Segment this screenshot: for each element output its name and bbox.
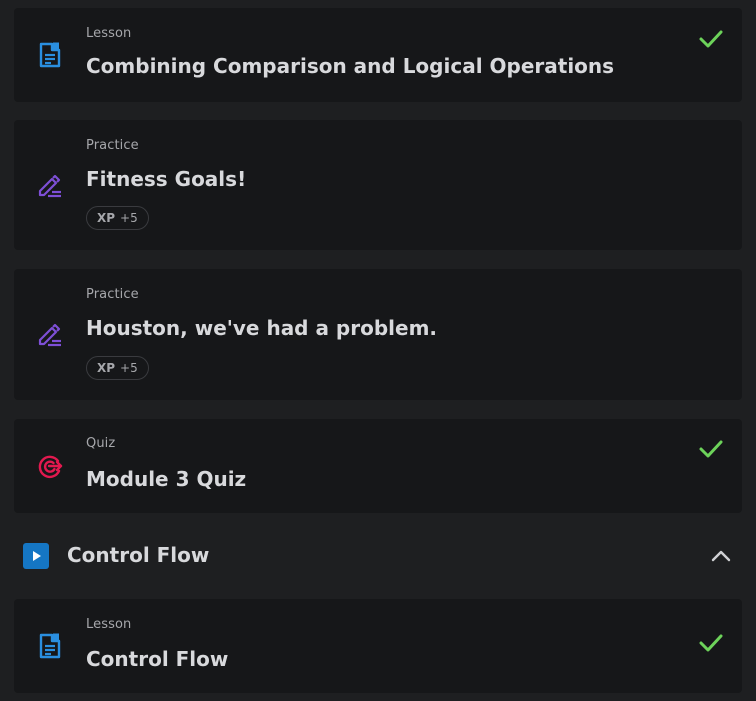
document-icon [36,41,64,69]
section-header-control-flow[interactable]: Control Flow [14,530,742,582]
chevron-up-icon[interactable] [708,543,734,569]
lesson-card[interactable]: Lesson Combining Comparison and Logical … [14,8,742,102]
check-icon [698,630,724,656]
check-icon [698,26,724,52]
xp-value: +5 [120,211,138,225]
section-title: Control Flow [67,543,210,567]
item-kind-label: Practice [86,138,139,153]
practice-card[interactable]: Practice Houston, we've had a problem. X… [14,269,742,400]
quiz-card[interactable]: Quiz Module 3 Quiz [14,419,742,513]
item-kind-label: Lesson [86,617,132,632]
pencil-icon [36,171,64,199]
item-kind-label: Practice [86,287,139,302]
pencil-icon [36,320,64,348]
document-icon [36,632,64,660]
lesson-card[interactable]: Lesson Control Flow [14,599,742,693]
xp-value: +5 [120,361,138,375]
xp-label: XP [97,361,116,375]
xp-badge: XP +5 [86,356,149,380]
item-kind-label: Quiz [86,436,116,451]
play-icon [23,543,49,569]
item-title[interactable]: Fitness Goals! [86,167,246,191]
xp-badge: XP +5 [86,206,149,230]
xp-label: XP [97,211,116,225]
check-icon [698,436,724,462]
target-icon [36,452,64,480]
item-kind-label: Lesson [86,26,132,41]
item-title[interactable]: Houston, we've had a problem. [86,316,437,340]
item-title[interactable]: Combining Comparison and Logical Operati… [86,54,614,78]
item-title[interactable]: Control Flow [86,647,228,671]
item-title[interactable]: Module 3 Quiz [86,467,246,491]
practice-card[interactable]: Practice Fitness Goals! XP +5 [14,120,742,250]
